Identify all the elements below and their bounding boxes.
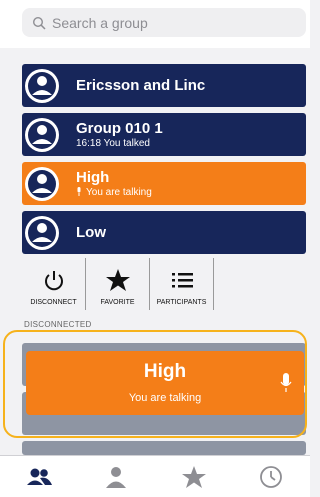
group-name: High (76, 168, 110, 186)
group-last-activity: 16:18 You talked (76, 137, 150, 149)
group-sub-text: You are talking (86, 186, 152, 198)
tab-bar (0, 455, 310, 497)
group-avatar-icon (25, 166, 59, 201)
talking-status: You are talking (128, 392, 202, 404)
list-icon (171, 273, 193, 288)
group-avatar-icon (25, 215, 59, 250)
favorite-button[interactable]: FAVORITE (86, 258, 150, 310)
search-input[interactable]: Search a group (22, 8, 306, 37)
disconnected-group-row[interactable] (22, 441, 306, 455)
favorite-label: FAVORITE (100, 299, 135, 306)
star-icon (105, 269, 130, 291)
group-avatar-icon (25, 117, 59, 152)
tab-history[interactable] (251, 462, 291, 492)
microphone-icon (280, 373, 292, 392)
search-area: Search a group (0, 0, 310, 48)
star-icon (181, 465, 206, 488)
tab-groups[interactable] (19, 462, 59, 492)
group-row-high[interactable]: High You are talking (22, 162, 306, 205)
group-name: Ericsson and Linc (76, 77, 206, 94)
group-talking-status: You are talking (76, 186, 152, 199)
disconnect-label: DISCONNECT (30, 299, 77, 306)
person-icon (106, 466, 127, 488)
group-name: Low (76, 224, 106, 241)
group-controls: DISCONNECT FAVORITE PARTICIPANTS (22, 258, 218, 310)
search-icon (32, 16, 46, 30)
participants-button[interactable]: PARTICIPANTS (150, 258, 214, 310)
clock-icon (260, 465, 283, 488)
group-name: Group 010 1 (76, 119, 163, 137)
group-row-010-1[interactable]: Group 010 1 16:18 You talked (22, 113, 306, 156)
disconnected-section-label: DISCONNECTED (24, 320, 92, 329)
talking-banner[interactable]: High You are talking (26, 351, 304, 415)
group-row-ericsson[interactable]: Ericsson and Linc (22, 64, 306, 107)
tab-favorites[interactable] (174, 462, 214, 492)
participants-label: PARTICIPANTS (156, 299, 207, 306)
microphone-icon (77, 186, 81, 196)
groups-icon (26, 468, 52, 485)
group-avatar-icon (25, 68, 59, 103)
disconnect-button[interactable]: DISCONNECT (22, 258, 86, 310)
group-row-low[interactable]: Low (22, 211, 306, 254)
talking-group-name: High (143, 361, 187, 382)
search-placeholder: Search a group (52, 14, 148, 31)
tab-contacts[interactable] (96, 462, 136, 492)
power-icon (44, 271, 63, 291)
